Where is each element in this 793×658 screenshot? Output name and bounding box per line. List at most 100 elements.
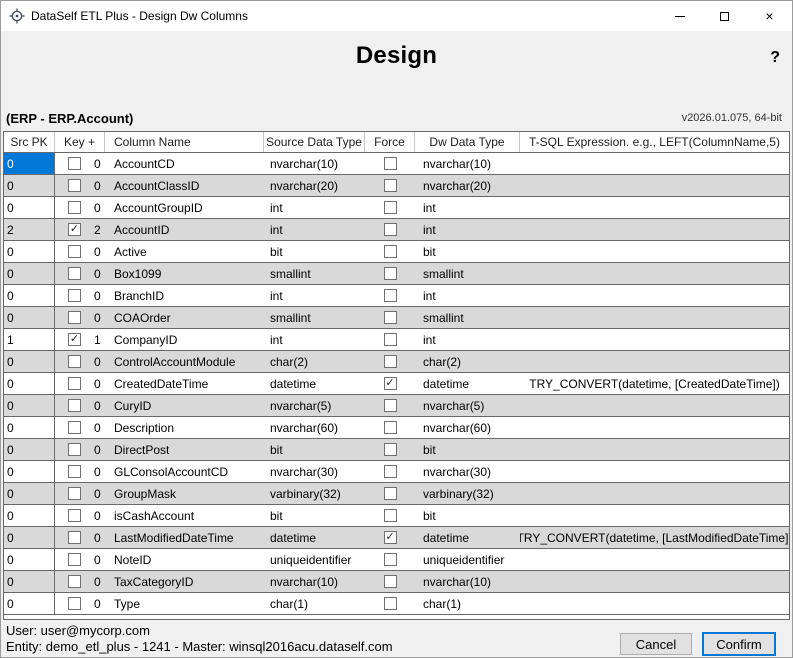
source-data-type-cell[interactable]: bit (264, 439, 365, 460)
force-checkbox[interactable]: ✓ (384, 531, 397, 544)
src-pk-cell[interactable]: 0 (4, 351, 55, 372)
force-checkbox[interactable] (384, 597, 397, 610)
column-name-cell[interactable]: NoteID (105, 549, 264, 570)
key-value[interactable]: 0 (94, 399, 101, 413)
key-checkbox[interactable] (68, 553, 81, 566)
dw-data-type-cell[interactable]: varbinary(32) (415, 483, 520, 504)
force-checkbox[interactable] (384, 553, 397, 566)
src-pk-cell[interactable]: 0 (4, 285, 55, 306)
src-pk-cell[interactable]: 0 (4, 373, 55, 394)
force-checkbox[interactable] (384, 179, 397, 192)
column-name-cell[interactable]: COAOrder (105, 307, 264, 328)
key-checkbox[interactable] (68, 443, 81, 456)
source-data-type-cell[interactable]: nvarchar(10) (264, 153, 365, 174)
tsql-expression-cell[interactable]: TRY_CONVERT(datetime, [LastModifiedDateT… (520, 527, 789, 548)
column-name-cell[interactable]: Active (105, 241, 264, 262)
column-name-cell[interactable]: Description (105, 417, 264, 438)
src-pk-cell[interactable]: 1 (4, 329, 55, 350)
src-pk-cell[interactable]: 2 (4, 219, 55, 240)
src-pk-cell[interactable]: 0 (4, 175, 55, 196)
dw-data-type-cell[interactable]: char(1) (415, 593, 520, 614)
key-value[interactable]: 0 (94, 553, 101, 567)
source-data-type-cell[interactable]: nvarchar(5) (264, 395, 365, 416)
src-pk-cell[interactable]: 0 (4, 593, 55, 614)
dw-data-type-cell[interactable]: datetime (415, 527, 520, 548)
src-pk-cell[interactable]: 0 (4, 395, 55, 416)
key-value[interactable]: 1 (94, 333, 101, 347)
key-checkbox[interactable] (68, 377, 81, 390)
key-value[interactable]: 0 (94, 179, 101, 193)
src-pk-cell[interactable]: 0 (4, 241, 55, 262)
key-value[interactable]: 0 (94, 201, 101, 215)
tsql-expression-cell[interactable] (520, 153, 789, 174)
dw-data-type-cell[interactable]: nvarchar(10) (415, 571, 520, 592)
close-button[interactable]: × (747, 1, 792, 31)
key-checkbox[interactable] (68, 201, 81, 214)
source-data-type-cell[interactable]: datetime (264, 373, 365, 394)
force-checkbox[interactable] (384, 355, 397, 368)
source-data-type-cell[interactable]: bit (264, 505, 365, 526)
key-checkbox[interactable] (68, 531, 81, 544)
src-pk-cell[interactable]: 0 (4, 417, 55, 438)
source-data-type-cell[interactable]: bit (264, 241, 365, 262)
column-name-cell[interactable]: Type (105, 593, 264, 614)
dw-data-type-cell[interactable]: int (415, 219, 520, 240)
cancel-button[interactable]: Cancel (620, 633, 692, 655)
column-name-cell[interactable]: ControlAccountModule (105, 351, 264, 372)
column-name-cell[interactable]: TaxCategoryID (105, 571, 264, 592)
src-pk-cell[interactable]: 0 (4, 527, 55, 548)
tsql-expression-cell[interactable] (520, 571, 789, 592)
dw-data-type-cell[interactable]: bit (415, 439, 520, 460)
key-checkbox[interactable] (68, 267, 81, 280)
src-pk-cell[interactable]: 0 (4, 439, 55, 460)
column-name-cell[interactable]: CuryID (105, 395, 264, 416)
dw-data-type-cell[interactable]: bit (415, 505, 520, 526)
dw-data-type-cell[interactable]: nvarchar(10) (415, 153, 520, 174)
src-pk-cell[interactable]: 0 (4, 461, 55, 482)
source-data-type-cell[interactable]: int (264, 219, 365, 240)
source-data-type-cell[interactable]: datetime (264, 527, 365, 548)
src-pk-cell[interactable]: 0 (4, 197, 55, 218)
column-name-cell[interactable]: GroupMask (105, 483, 264, 504)
key-checkbox[interactable] (68, 597, 81, 610)
maximize-button[interactable] (702, 1, 747, 31)
dw-data-type-cell[interactable]: int (415, 329, 520, 350)
source-data-type-cell[interactable]: uniqueidentifier (264, 549, 365, 570)
key-value[interactable]: 0 (94, 443, 101, 457)
dw-data-type-cell[interactable]: nvarchar(30) (415, 461, 520, 482)
key-checkbox[interactable]: ✓ (68, 333, 81, 346)
key-value[interactable]: 2 (94, 223, 101, 237)
source-data-type-cell[interactable]: nvarchar(60) (264, 417, 365, 438)
key-checkbox[interactable] (68, 355, 81, 368)
column-name-cell[interactable]: Box1099 (105, 263, 264, 284)
force-checkbox[interactable] (384, 509, 397, 522)
column-name-cell[interactable]: GLConsolAccountCD (105, 461, 264, 482)
tsql-expression-cell[interactable] (520, 461, 789, 482)
column-name-cell[interactable]: DirectPost (105, 439, 264, 460)
dw-data-type-cell[interactable]: nvarchar(20) (415, 175, 520, 196)
dw-data-type-cell[interactable]: bit (415, 241, 520, 262)
force-checkbox[interactable] (384, 157, 397, 170)
column-name-cell[interactable]: CreatedDateTime (105, 373, 264, 394)
dw-data-type-cell[interactable]: int (415, 197, 520, 218)
column-name-cell[interactable]: AccountID (105, 219, 264, 240)
tsql-expression-cell[interactable] (520, 241, 789, 262)
source-data-type-cell[interactable]: int (264, 329, 365, 350)
tsql-expression-cell[interactable] (520, 329, 789, 350)
key-checkbox[interactable] (68, 575, 81, 588)
key-checkbox[interactable] (68, 157, 81, 170)
source-data-type-cell[interactable]: char(1) (264, 593, 365, 614)
key-value[interactable]: 0 (94, 509, 101, 523)
force-checkbox[interactable] (384, 575, 397, 588)
force-checkbox[interactable] (384, 421, 397, 434)
force-checkbox[interactable] (384, 487, 397, 500)
force-checkbox[interactable] (384, 443, 397, 456)
force-checkbox[interactable] (384, 289, 397, 302)
force-checkbox[interactable] (384, 399, 397, 412)
source-data-type-cell[interactable]: smallint (264, 263, 365, 284)
tsql-expression-cell[interactable] (520, 593, 789, 614)
column-name-cell[interactable]: AccountCD (105, 153, 264, 174)
minimize-button[interactable] (657, 1, 702, 31)
tsql-expression-cell[interactable] (520, 417, 789, 438)
tsql-expression-cell[interactable]: TRY_CONVERT(datetime, [CreatedDateTime]) (520, 373, 789, 394)
